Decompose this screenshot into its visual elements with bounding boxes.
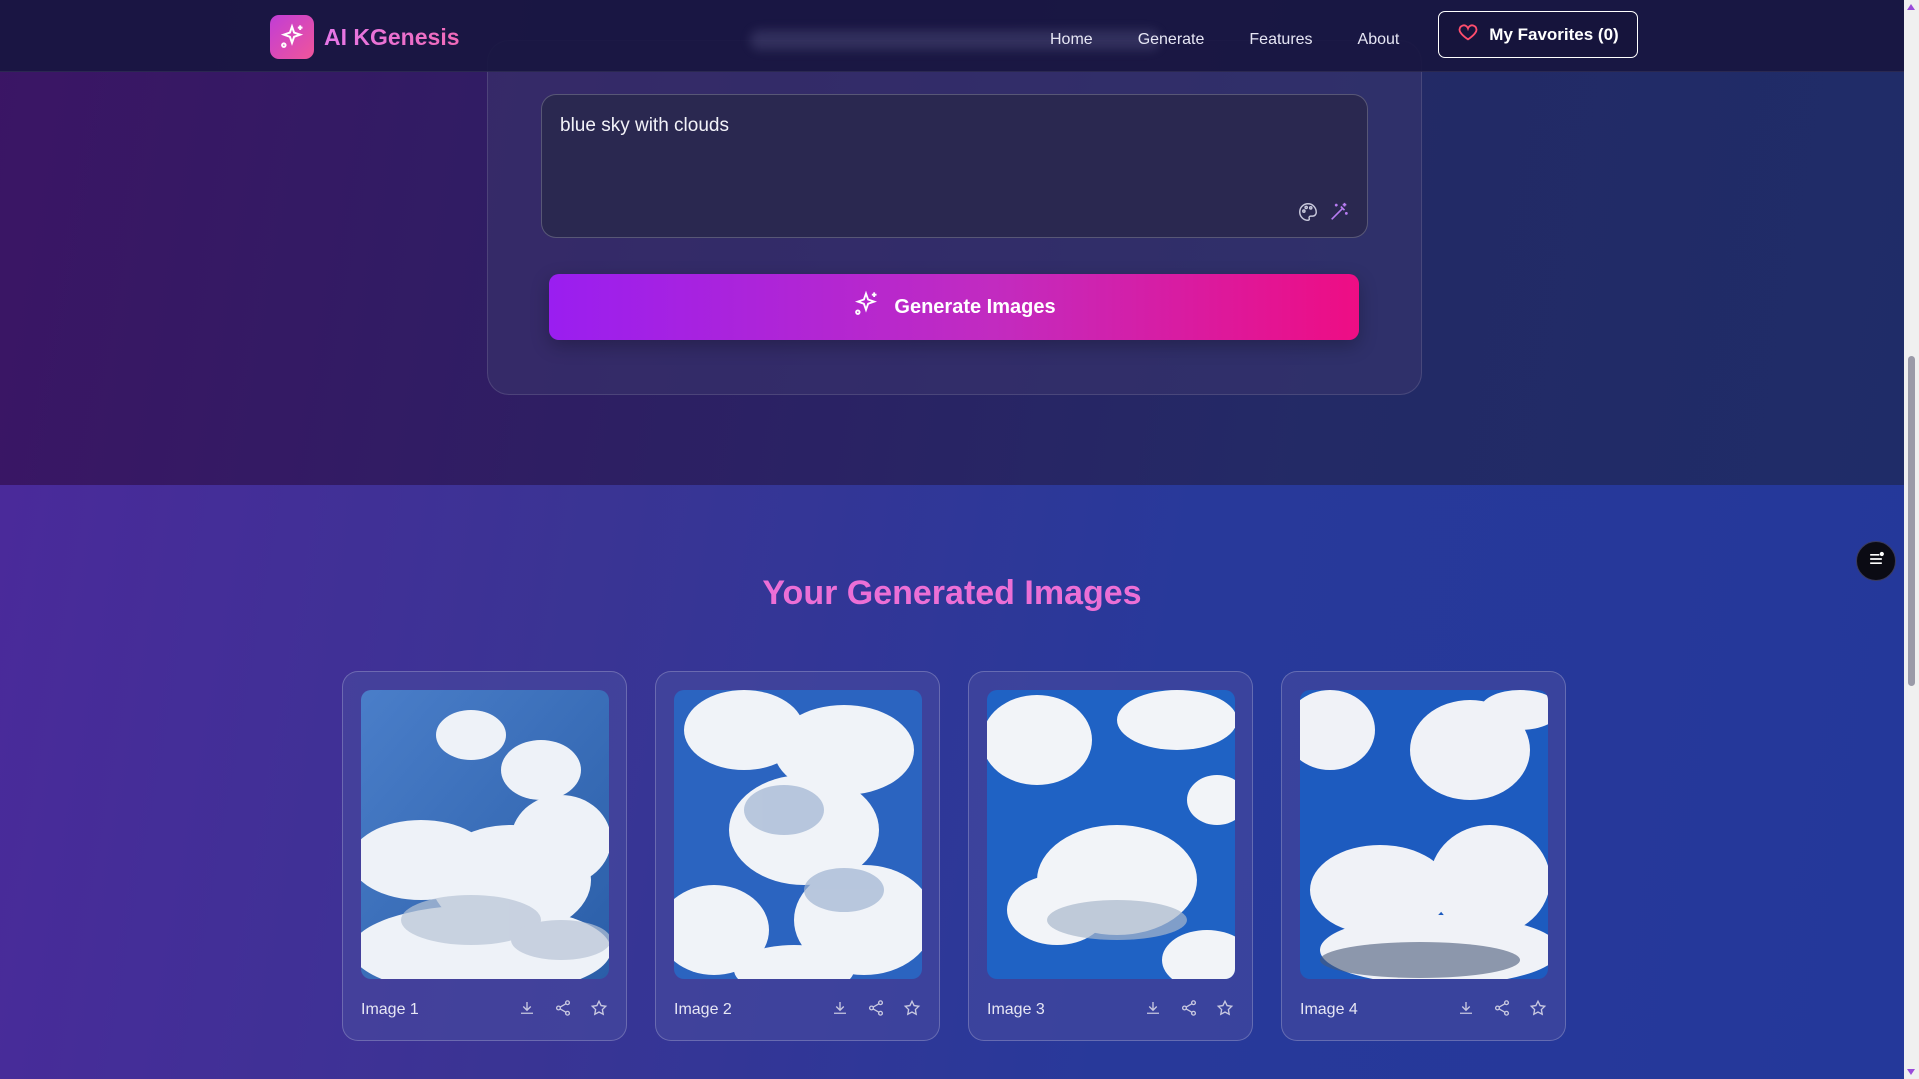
- download-icon[interactable]: [518, 999, 536, 1017]
- download-icon[interactable]: [1144, 999, 1162, 1017]
- image-label: Image 2: [674, 1001, 732, 1018]
- heart-icon: [1457, 21, 1479, 48]
- generate-button-label: Generate Images: [894, 295, 1056, 318]
- nav-home[interactable]: Home: [1050, 31, 1093, 49]
- scroll-down-arrow[interactable]: [1907, 1069, 1915, 1075]
- star-icon[interactable]: [903, 999, 921, 1017]
- share-icon[interactable]: [554, 999, 572, 1017]
- scroll-up-arrow[interactable]: [1907, 4, 1915, 10]
- section-title: Your Generated Images: [762, 574, 1142, 612]
- generated-image[interactable]: [674, 690, 922, 979]
- image-card[interactable]: Image 3: [968, 671, 1253, 1041]
- download-icon[interactable]: [831, 999, 849, 1017]
- scrollbar-thumb[interactable]: [1908, 356, 1915, 686]
- menu-lines-icon: [1866, 549, 1886, 574]
- nav-links: Home Generate Features About: [1050, 20, 1444, 60]
- brand-logo[interactable]: AI KGenesis: [270, 15, 460, 59]
- image-card[interactable]: Image 2: [655, 671, 940, 1041]
- generated-image[interactable]: [1300, 690, 1548, 979]
- generated-image[interactable]: [361, 690, 609, 979]
- generate-images-button[interactable]: Generate Images: [549, 274, 1359, 340]
- image-card[interactable]: Image 1: [342, 671, 627, 1041]
- share-icon[interactable]: [1180, 999, 1198, 1017]
- magic-wand-icon[interactable]: [1328, 201, 1350, 228]
- image-label: Image 1: [361, 1001, 419, 1018]
- nav-features[interactable]: Features: [1249, 31, 1312, 49]
- star-icon[interactable]: [1529, 999, 1547, 1017]
- sparkles-icon: [852, 290, 880, 324]
- prompt-text[interactable]: blue sky with clouds: [560, 115, 729, 137]
- generated-image[interactable]: [987, 690, 1235, 979]
- brand-name: AI KGenesis: [324, 23, 460, 50]
- star-icon[interactable]: [1216, 999, 1234, 1017]
- image-card[interactable]: Image 4: [1281, 671, 1566, 1041]
- top-navbar: AI KGenesis Home Generate Features About…: [0, 0, 1904, 72]
- image-label: Image 4: [1300, 1001, 1358, 1018]
- floating-menu-button[interactable]: [1856, 541, 1896, 581]
- download-icon[interactable]: [1457, 999, 1475, 1017]
- image-label: Image 3: [987, 1001, 1045, 1018]
- page-scrollbar[interactable]: [1904, 0, 1919, 1079]
- star-icon[interactable]: [590, 999, 608, 1017]
- nav-about[interactable]: About: [1358, 31, 1400, 49]
- sparkles-icon: [270, 15, 314, 59]
- nav-generate[interactable]: Generate: [1138, 31, 1205, 49]
- share-icon[interactable]: [1493, 999, 1511, 1017]
- palette-icon[interactable]: [1297, 201, 1319, 228]
- my-favorites-button[interactable]: My Favorites (0): [1438, 11, 1638, 58]
- favorites-label: My Favorites (0): [1489, 24, 1619, 44]
- prompt-textarea[interactable]: blue sky with clouds: [541, 94, 1368, 238]
- share-icon[interactable]: [867, 999, 885, 1017]
